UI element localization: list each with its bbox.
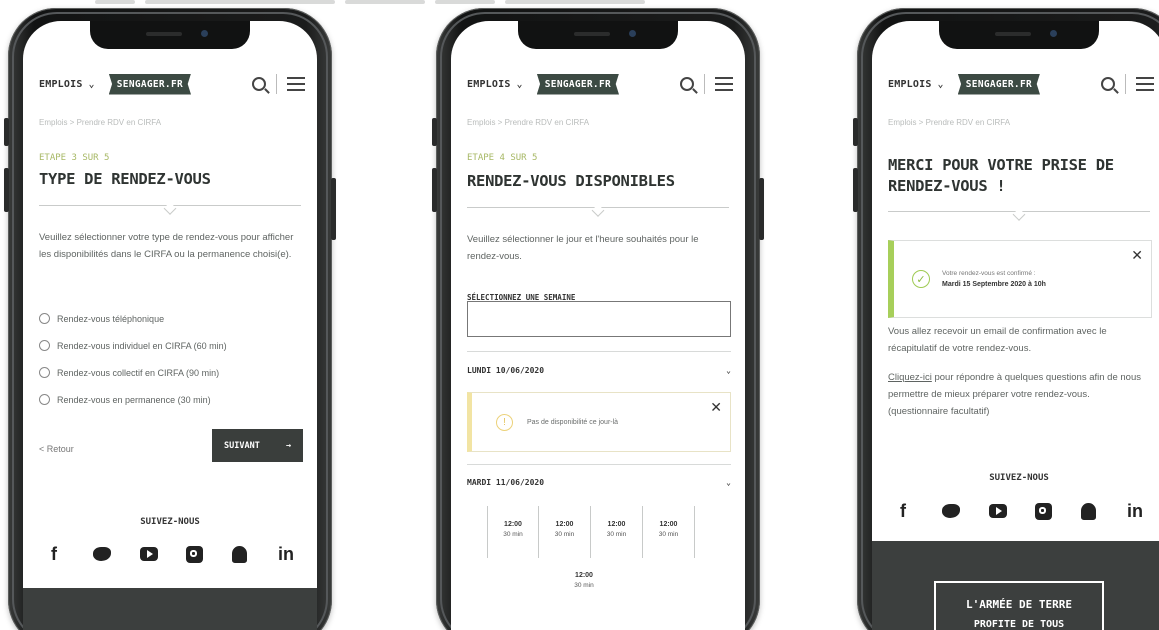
- close-icon[interactable]: ✕: [710, 399, 722, 416]
- separator: [704, 74, 705, 94]
- instagram-icon[interactable]: [1035, 502, 1053, 520]
- site-header: EMPLOIS ⌄ SENGAGER.FR: [467, 73, 733, 95]
- footer-banner: L'ARMÉE DE TERRE PROFITE DE TOUS: [934, 581, 1104, 630]
- phone-screen: EMPLOIS ⌄ SENGAGER.FR Emplois > Prendre R…: [451, 21, 745, 630]
- radio-option-individuel[interactable]: Rendez-vous individuel en CIRFA (60 min): [39, 340, 227, 351]
- emplois-menu[interactable]: EMPLOIS ⌄: [467, 79, 523, 90]
- social-links: f in: [43, 544, 297, 564]
- back-link[interactable]: < Retour: [39, 444, 74, 454]
- day-header-monday[interactable]: LUNDI 10/06/2020 ⌄: [467, 366, 731, 375]
- chevron-down-icon: ⌄: [726, 478, 731, 487]
- time-slot[interactable]: 12:00 30 min: [559, 571, 609, 591]
- site-header: EMPLOIS ⌄ SENGAGER.FR: [39, 73, 305, 95]
- email-info-text: Vous allez recevoir un email de confirma…: [888, 326, 1107, 354]
- snapchat-icon[interactable]: [1080, 502, 1096, 520]
- facebook-icon[interactable]: f: [43, 544, 65, 564]
- radio-option-collectif[interactable]: Rendez-vous collectif en CIRFA (90 min): [39, 367, 219, 378]
- youtube-icon[interactable]: [139, 547, 158, 561]
- chevron-down-icon: ⌄: [937, 78, 944, 90]
- hamburger-menu-icon[interactable]: [287, 77, 305, 91]
- social-links: f in: [892, 501, 1146, 521]
- site-footer: L'ARMÉE DE TERRE PROFITE DE TOUS: [872, 541, 1159, 630]
- page-title: TYPE DE RENDEZ-VOUS: [39, 170, 211, 188]
- twitter-icon[interactable]: [93, 547, 112, 561]
- title-divider: [467, 207, 729, 208]
- step-indicator: ETAPE 3 SUR 5: [39, 153, 110, 163]
- radio-circle-icon: [39, 367, 50, 378]
- emplois-menu[interactable]: EMPLOIS ⌄: [39, 79, 95, 90]
- page-title: RENDEZ-VOUS DISPONIBLES: [467, 172, 675, 190]
- phone-mockup-confirmation: EMPLOIS ⌄ SENGAGER.FR Emplois > Prendre R…: [853, 8, 1159, 630]
- time-slot[interactable]: 12:00 30 min: [487, 506, 539, 558]
- confirmation-alert: ✓ Votre rendez-vous est confirmé : Mardi…: [888, 240, 1152, 318]
- time-slot-list: 12:00 30 min 12:00 30 min 12:00 30 min 12:0…: [487, 506, 695, 558]
- footer-subtitle: PROFITE DE TOUS: [973, 619, 1065, 630]
- radio-circle-icon: [39, 340, 50, 351]
- site-footer: [23, 588, 317, 630]
- confirmation-text: Votre rendez-vous est confirmé : Mardi 1…: [942, 270, 1046, 288]
- notch: [518, 21, 678, 49]
- snapchat-icon[interactable]: [231, 545, 247, 563]
- radio-option-permanence[interactable]: Rendez-vous en permanence (30 min): [39, 394, 211, 405]
- breadcrumb[interactable]: Emplois > Prendre RDV en CIRFA: [467, 118, 589, 127]
- site-header: EMPLOIS ⌄ SENGAGER.FR: [888, 73, 1154, 95]
- chevron-down-icon: ⌄: [726, 366, 731, 375]
- site-logo[interactable]: SENGAGER.FR: [957, 73, 1040, 95]
- arrow-right-icon: →: [285, 440, 291, 451]
- instagram-icon[interactable]: [186, 545, 204, 563]
- time-slot[interactable]: 12:00 30 min: [591, 506, 643, 558]
- facebook-icon[interactable]: f: [892, 501, 914, 521]
- next-button[interactable]: SUIVANT →: [212, 429, 303, 462]
- notch: [939, 21, 1099, 49]
- title-divider: [39, 205, 301, 206]
- chevron-down-icon: ⌄: [516, 78, 523, 90]
- twitter-icon[interactable]: [942, 504, 961, 518]
- follow-us-heading: SUIVEZ-NOUS: [989, 473, 1049, 483]
- warning-icon: !: [496, 413, 513, 431]
- week-select-input[interactable]: [467, 301, 731, 337]
- intro-text: Veuillez sélectionner votre type de rend…: [39, 232, 294, 260]
- check-circle-icon: ✓: [912, 270, 930, 288]
- intro-text: Veuillez sélectionner le jour et l'heure…: [467, 234, 699, 262]
- step-indicator: ETAPE 4 SUR 5: [467, 153, 538, 163]
- phone-mockup-step-3: EMPLOIS ⌄ SENGAGER.FR Emplois > Prendre R…: [4, 8, 336, 630]
- follow-us-heading: SUIVEZ-NOUS: [140, 517, 200, 527]
- day-header-tuesday[interactable]: MARDI 11/06/2020 ⌄: [467, 478, 731, 487]
- site-logo[interactable]: SENGAGER.FR: [536, 73, 619, 95]
- questionnaire-link[interactable]: Cliquez-ici: [888, 372, 932, 383]
- site-logo[interactable]: SENGAGER.FR: [108, 73, 191, 95]
- radio-circle-icon: [39, 394, 50, 405]
- search-icon[interactable]: [1101, 77, 1115, 91]
- breadcrumb[interactable]: Emplois > Prendre RDV en CIRFA: [888, 118, 1010, 127]
- emplois-menu[interactable]: EMPLOIS ⌄: [888, 79, 944, 90]
- divider: [467, 351, 731, 352]
- top-cropped-strip: [95, 0, 720, 4]
- title-divider: [888, 211, 1150, 212]
- search-icon[interactable]: [680, 77, 694, 91]
- time-slot[interactable]: 12:00 30 min: [643, 506, 695, 558]
- chevron-down-icon: ⌄: [88, 78, 95, 90]
- youtube-icon[interactable]: [988, 504, 1007, 518]
- hamburger-menu-icon[interactable]: [715, 77, 733, 91]
- divider: [467, 464, 731, 465]
- search-icon[interactable]: [252, 77, 266, 91]
- hamburger-menu-icon[interactable]: [1136, 77, 1154, 91]
- questionnaire-text: Cliquez-ici pour répondre à quelques que…: [888, 372, 1141, 417]
- time-slot[interactable]: 12:00 30 min: [539, 506, 591, 558]
- linkedin-icon[interactable]: in: [1124, 501, 1146, 521]
- radio-option-telephone[interactable]: Rendez-vous téléphonique: [39, 313, 164, 324]
- separator: [276, 74, 277, 94]
- close-icon[interactable]: ✕: [1131, 247, 1143, 264]
- phone-screen: EMPLOIS ⌄ SENGAGER.FR Emplois > Prendre R…: [23, 21, 317, 630]
- footer-title: L'ARMÉE DE TERRE: [966, 598, 1072, 611]
- page-title: MERCI POUR VOTRE PRISE DE RENDEZ-VOUS !: [888, 156, 1114, 195]
- separator: [1125, 74, 1126, 94]
- linkedin-icon[interactable]: in: [275, 544, 297, 564]
- radio-circle-icon: [39, 313, 50, 324]
- notch: [90, 21, 250, 49]
- breadcrumb[interactable]: Emplois > Prendre RDV en CIRFA: [39, 118, 161, 127]
- no-availability-alert: ! Pas de disponibilité ce jour-là ✕: [467, 392, 731, 452]
- phone-mockup-step-4: EMPLOIS ⌄ SENGAGER.FR Emplois > Prendre R…: [432, 8, 764, 630]
- phone-screen: EMPLOIS ⌄ SENGAGER.FR Emplois > Prendre R…: [872, 21, 1159, 630]
